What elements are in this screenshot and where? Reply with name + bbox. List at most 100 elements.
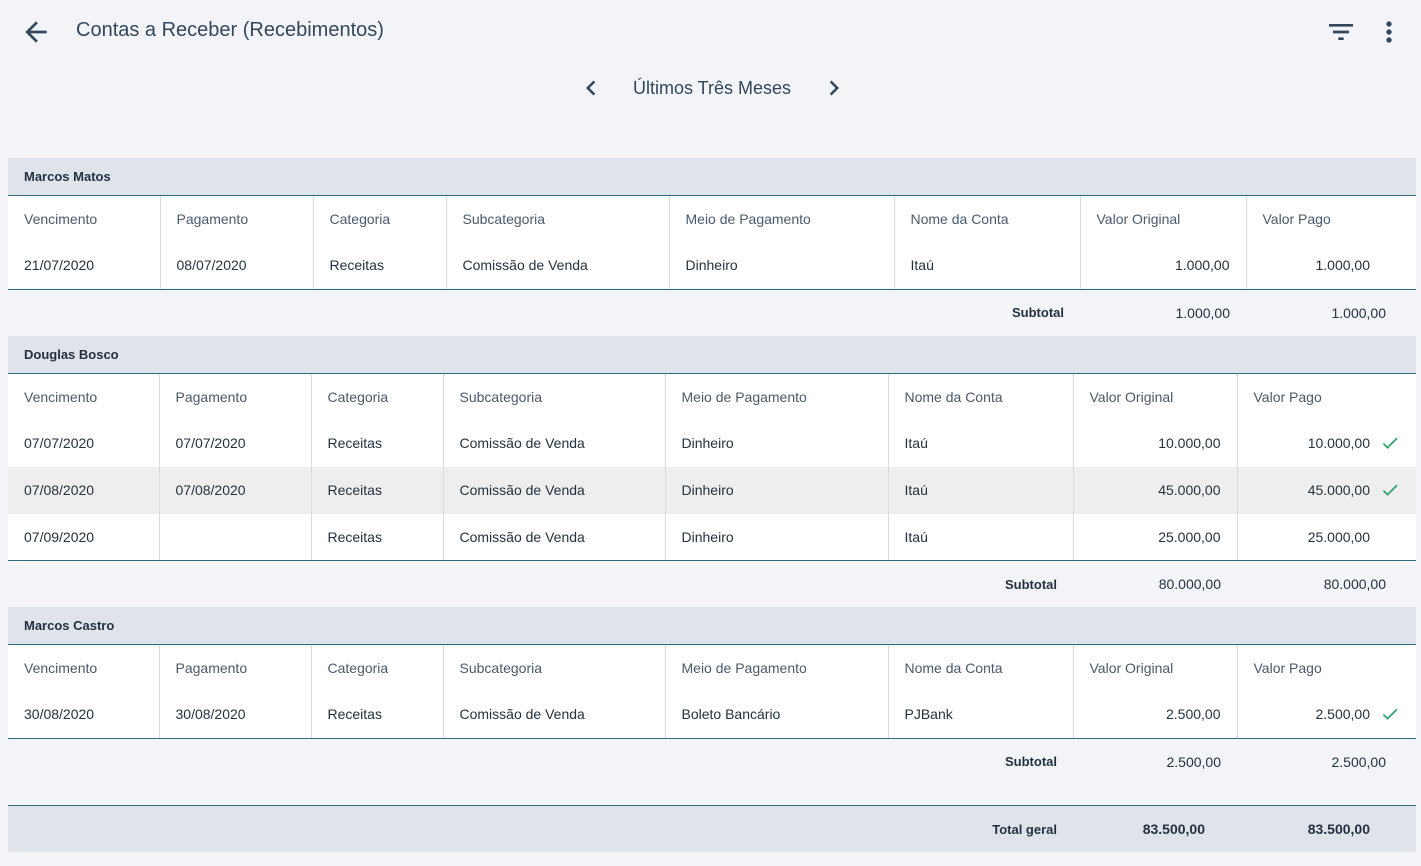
cell-original-value: 1.000,00 bbox=[1080, 242, 1247, 290]
cell-due-date: 07/09/2020 bbox=[8, 513, 160, 561]
table-row[interactable]: 30/08/2020 30/08/2020 Receitas Comissão de … bbox=[8, 691, 1416, 739]
column-header-payment-date[interactable]: Pagamento bbox=[160, 196, 314, 242]
group-table: Vencimento Pagamento Categoria Subcategoria… bbox=[8, 373, 1416, 561]
column-header-category[interactable]: Categoria bbox=[311, 645, 444, 691]
group-header: Marcos Castro bbox=[8, 607, 1416, 645]
period-navigator: Últimos Três Meses bbox=[0, 70, 1421, 106]
subtotal-row: Subtotal 2.500,00 2.500,00 bbox=[8, 739, 1416, 785]
column-header-subcategory[interactable]: Subcategoria bbox=[446, 196, 670, 242]
cell-subcategory: Comissão de Venda bbox=[446, 242, 670, 290]
column-header-payment-method[interactable]: Meio de Pagamento bbox=[669, 196, 895, 242]
cell-account-name: PJBank bbox=[888, 691, 1074, 739]
cell-account-name: Itaú bbox=[888, 466, 1074, 514]
cell-category: Receitas bbox=[311, 513, 444, 561]
column-header-due-date[interactable]: Vencimento bbox=[8, 196, 161, 242]
cell-payment-method: Dinheiro bbox=[665, 466, 889, 514]
table-row[interactable]: 21/07/2020 08/07/2020 Receitas Comissão de … bbox=[8, 242, 1416, 290]
paid-value-text: 10.000,00 bbox=[1307, 435, 1370, 451]
table-row[interactable]: 07/08/2020 07/08/2020 Receitas Comissão de … bbox=[8, 466, 1416, 514]
subtotal-original: 80.000,00 bbox=[1158, 576, 1221, 592]
cell-paid-value: 2.500,00 bbox=[1237, 691, 1416, 739]
column-header-row: Vencimento Pagamento Categoria Subcategoria… bbox=[8, 196, 1416, 242]
cell-category: Receitas bbox=[313, 242, 447, 290]
arrow-left-icon[interactable] bbox=[20, 16, 52, 48]
column-header-category[interactable]: Categoria bbox=[313, 196, 447, 242]
cell-original-value: 2.500,00 bbox=[1073, 691, 1238, 739]
cell-paid-value: 45.000,00 bbox=[1237, 466, 1416, 514]
column-header-payment-date[interactable]: Pagamento bbox=[159, 645, 312, 691]
column-header-original-value[interactable]: Valor Original bbox=[1073, 645, 1238, 691]
column-header-account-name[interactable]: Nome da Conta bbox=[894, 196, 1081, 242]
column-header-due-date[interactable]: Vencimento bbox=[8, 645, 160, 691]
subtotal-label: Subtotal bbox=[1005, 576, 1057, 592]
cell-payment-date: 08/07/2020 bbox=[160, 242, 314, 290]
paid-value-text: 25.000,00 bbox=[1307, 528, 1370, 545]
grand-total-row: Total geral 83.500,00 83.500,00 bbox=[8, 805, 1416, 852]
cell-paid-value: 10.000,00 bbox=[1237, 420, 1416, 467]
page-title: Contas a Receber (Recebimentos) bbox=[76, 19, 384, 41]
cell-payment-date: 07/07/2020 bbox=[159, 419, 312, 467]
column-header-paid-value[interactable]: Valor Pago bbox=[1237, 374, 1416, 420]
column-header-subcategory[interactable]: Subcategoria bbox=[443, 645, 666, 691]
cell-due-date: 30/08/2020 bbox=[8, 691, 160, 739]
grand-total-paid: 83.500,00 bbox=[1307, 821, 1370, 837]
chevron-right-icon[interactable] bbox=[819, 73, 849, 103]
grand-total-label: Total geral bbox=[992, 821, 1057, 837]
cell-subcategory: Comissão de Venda bbox=[443, 419, 666, 467]
cell-payment-date bbox=[159, 513, 312, 561]
group-header: Marcos Matos bbox=[8, 158, 1416, 196]
cell-due-date: 07/08/2020 bbox=[8, 466, 160, 514]
period-label[interactable]: Últimos Três Meses bbox=[612, 78, 812, 99]
group-section: Marcos Matos Vencimento Pagamento Categoria… bbox=[8, 158, 1416, 336]
paid-value-text: 45.000,00 bbox=[1307, 482, 1370, 498]
grand-total-original: 83.500,00 bbox=[1142, 821, 1205, 837]
cell-payment-method: Dinheiro bbox=[665, 513, 889, 561]
subtotal-paid: 1.000,00 bbox=[1331, 304, 1387, 321]
column-header-account-name[interactable]: Nome da Conta bbox=[888, 373, 1074, 420]
cell-original-value: 10.000,00 bbox=[1073, 419, 1238, 467]
column-header-account-name[interactable]: Nome da Conta bbox=[888, 645, 1074, 691]
subtotal-paid: 2.500,00 bbox=[1331, 753, 1387, 770]
group-section: Marcos Castro Vencimento Pagamento Categori… bbox=[8, 607, 1416, 785]
check-icon bbox=[1380, 480, 1400, 500]
subtotal-row: Subtotal 1.000,00 1.000,00 bbox=[8, 290, 1416, 336]
cell-paid-value: 1.000,00 bbox=[1246, 242, 1416, 290]
cell-paid-value: 25.000,00 bbox=[1237, 513, 1416, 561]
group-section: Douglas Bosco Vencimento Pagamento Categori… bbox=[8, 335, 1416, 608]
cell-category: Receitas bbox=[311, 691, 444, 739]
column-header-original-value[interactable]: Valor Original bbox=[1080, 196, 1247, 242]
subtotal-original: 1.000,00 bbox=[1175, 304, 1231, 321]
cell-category: Receitas bbox=[311, 419, 444, 467]
table-row[interactable]: 07/09/2020 Receitas Comissão de Venda Dinhe… bbox=[8, 513, 1416, 561]
column-header-due-date[interactable]: Vencimento bbox=[8, 373, 160, 420]
chevron-left-icon[interactable] bbox=[576, 73, 606, 103]
cell-payment-date: 30/08/2020 bbox=[159, 691, 312, 739]
cell-payment-method: Dinheiro bbox=[665, 419, 889, 467]
app-toolbar: Contas a Receber (Recebimentos) bbox=[0, 0, 1421, 64]
column-header-subcategory[interactable]: Subcategoria bbox=[443, 373, 666, 420]
column-header-row: Vencimento Pagamento Categoria Subcategoria… bbox=[8, 645, 1416, 691]
column-header-original-value[interactable]: Valor Original bbox=[1073, 373, 1238, 420]
check-icon bbox=[1380, 704, 1400, 724]
paid-value-text: 2.500,00 bbox=[1315, 706, 1371, 723]
column-header-paid-value[interactable]: Valor Pago bbox=[1237, 645, 1416, 691]
paid-value-text: 1.000,00 bbox=[1315, 257, 1371, 274]
column-header-payment-method[interactable]: Meio de Pagamento bbox=[665, 645, 889, 691]
cell-original-value: 25.000,00 bbox=[1073, 513, 1238, 561]
cell-payment-date: 07/08/2020 bbox=[159, 466, 312, 514]
more-vert-icon[interactable] bbox=[1373, 16, 1405, 48]
subtotal-paid: 80.000,00 bbox=[1323, 576, 1386, 592]
table-row[interactable]: 07/07/2020 07/07/2020 Receitas Comissão de … bbox=[8, 419, 1416, 467]
column-header-payment-date[interactable]: Pagamento bbox=[159, 373, 312, 420]
cell-subcategory: Comissão de Venda bbox=[443, 466, 666, 514]
subtotal-label: Subtotal bbox=[1005, 754, 1057, 769]
filter-icon[interactable] bbox=[1325, 16, 1357, 48]
check-icon bbox=[1380, 433, 1400, 453]
cell-account-name: Itaú bbox=[888, 513, 1074, 561]
cell-account-name: Itaú bbox=[888, 419, 1074, 467]
column-header-category[interactable]: Categoria bbox=[311, 373, 444, 420]
subtotal-original: 2.500,00 bbox=[1166, 753, 1222, 770]
column-header-paid-value[interactable]: Valor Pago bbox=[1246, 196, 1416, 242]
cell-category: Receitas bbox=[311, 466, 444, 514]
column-header-payment-method[interactable]: Meio de Pagamento bbox=[665, 373, 889, 420]
